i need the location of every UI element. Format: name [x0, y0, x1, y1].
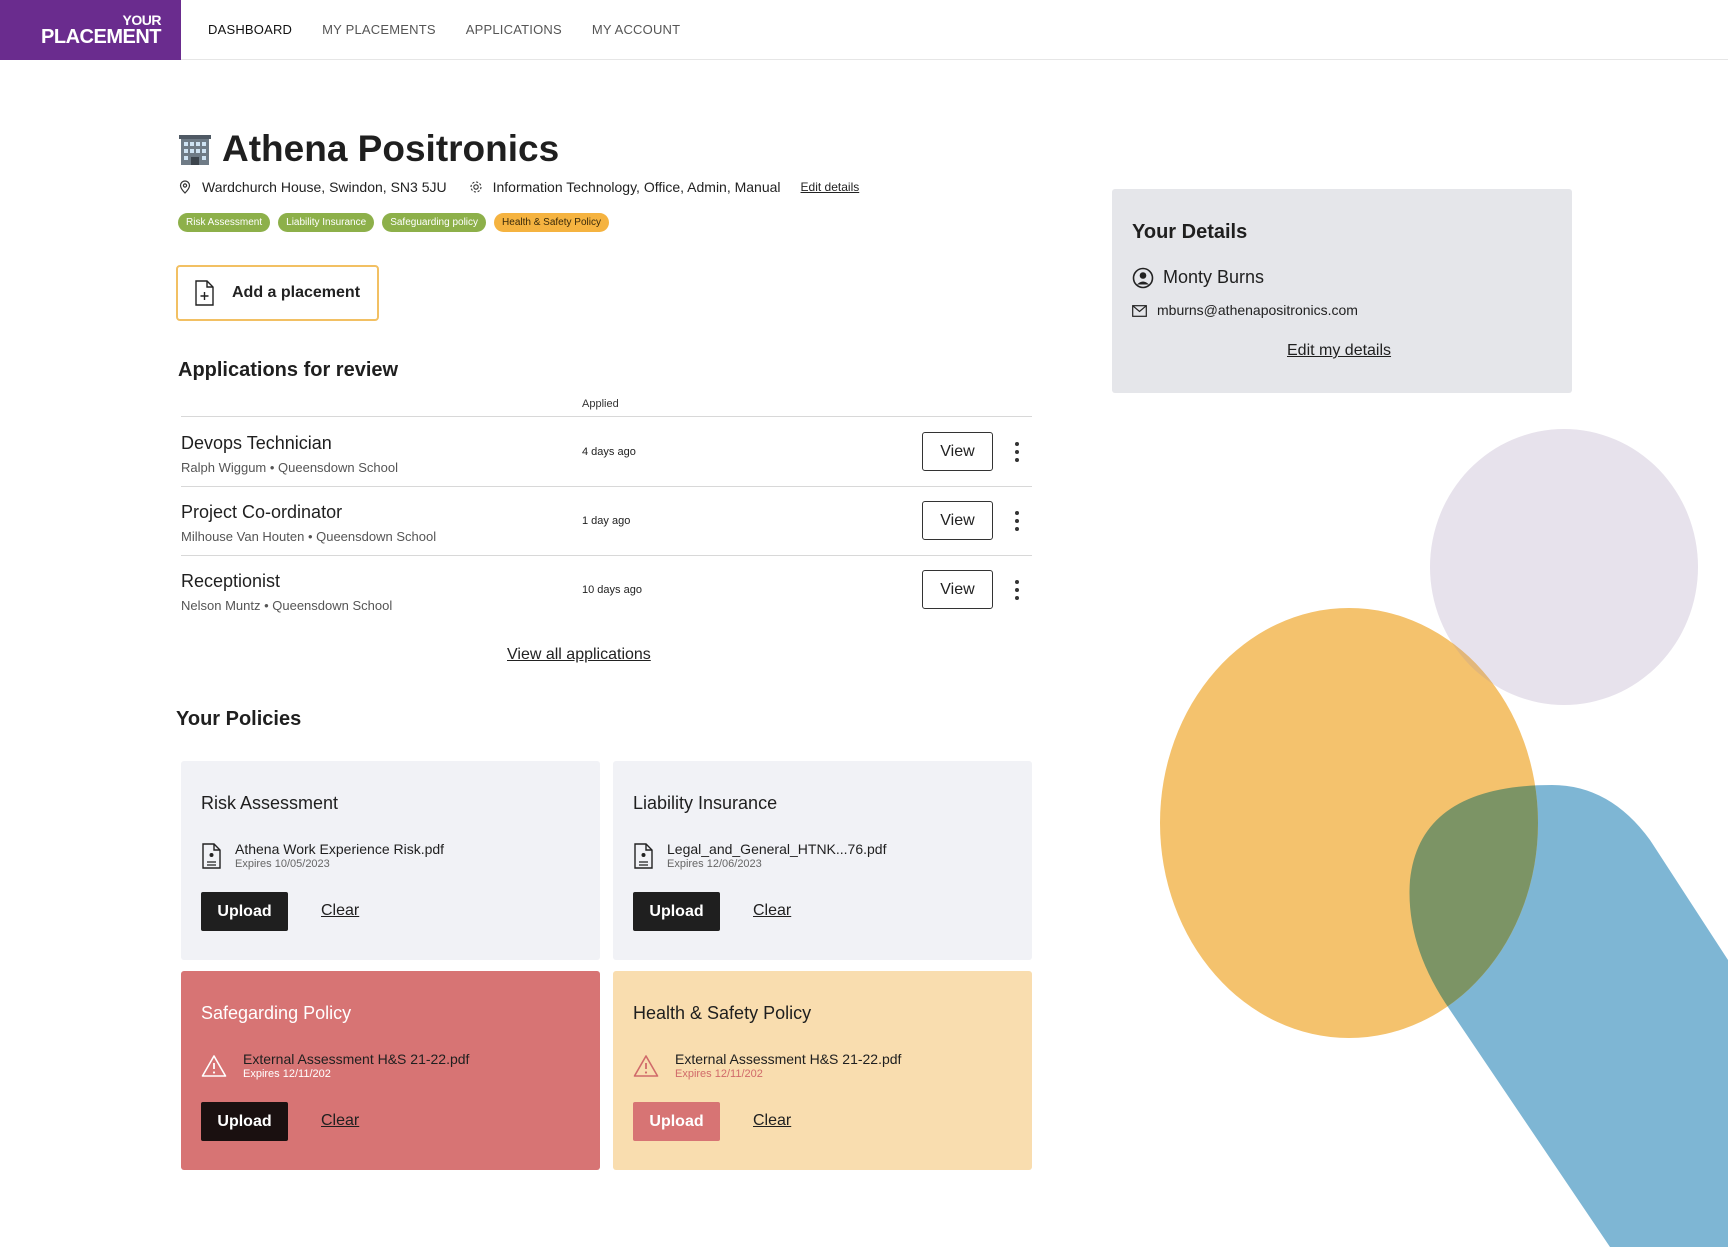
tag-liability-insurance: Liability Insurance: [278, 213, 375, 232]
nav-my-placements[interactable]: MY PLACEMENTS: [322, 22, 436, 37]
policy-card-risk-assessment: Risk Assessment Athena Work Experience R…: [181, 761, 600, 960]
policy-file-name[interactable]: Athena Work Experience Risk.pdf: [235, 841, 444, 857]
policy-expiry: Expires 12/11/202: [243, 1068, 331, 1080]
application-applicant: Ralph Wiggum • Queensdown School: [181, 460, 399, 475]
application-applied: 4 days ago: [582, 446, 636, 458]
more-options-icon[interactable]: [1011, 578, 1023, 602]
more-options-icon[interactable]: [1011, 440, 1023, 464]
add-placement-label: Add a placement: [232, 284, 361, 301]
user-email[interactable]: mburns@athenapositronics.com: [1157, 302, 1358, 318]
view-button[interactable]: View: [922, 432, 993, 471]
edit-details-link[interactable]: Edit details: [801, 180, 860, 194]
upload-button[interactable]: Upload: [201, 1102, 288, 1141]
clear-link[interactable]: Clear: [321, 902, 359, 920]
application-row: Receptionist Nelson Muntz • Queensdown S…: [181, 556, 1032, 625]
edit-my-details-link[interactable]: Edit my details: [1287, 342, 1391, 360]
application-applied: 1 day ago: [582, 515, 631, 527]
policy-card-liability-insurance: Liability Insurance Legal_and_General_HT…: [613, 761, 1032, 960]
applications-heading: Applications for review: [178, 359, 399, 381]
user-icon: [1132, 267, 1154, 289]
company-sectors: Information Technology, Office, Admin, M…: [492, 179, 781, 195]
policy-expiry: Expires 10/05/2023: [235, 858, 330, 870]
your-details-heading: Your Details: [1132, 221, 1248, 243]
table-divider: [181, 416, 1032, 417]
view-button[interactable]: View: [922, 501, 993, 540]
brand-logo[interactable]: YOUR PLACEMENT: [0, 0, 181, 60]
clear-link[interactable]: Clear: [753, 1112, 791, 1130]
policies-heading: Your Policies: [176, 708, 302, 730]
add-placement-button[interactable]: Add a placement: [176, 265, 379, 321]
document-icon: [634, 843, 653, 869]
company-meta: Wardchurch House, Swindon, SN3 5JU Infor…: [178, 179, 859, 195]
tag-health-safety-policy: Health & Safety Policy: [494, 213, 609, 232]
upload-button[interactable]: Upload: [201, 892, 288, 931]
company-header: Athena Positronics: [178, 128, 559, 170]
application-row: Devops Technician Ralph Wiggum • Queensd…: [181, 418, 1032, 487]
applied-column-header: Applied: [582, 398, 619, 410]
application-applicant: Milhouse Van Houten • Queensdown School: [181, 529, 437, 544]
main-nav: DASHBOARD MY PLACEMENTS APPLICATIONS MY …: [208, 22, 680, 37]
nav-applications[interactable]: APPLICATIONS: [466, 22, 562, 37]
policy-title: Safegarding Policy: [201, 1003, 352, 1023]
policy-file-name[interactable]: External Assessment H&S 21-22.pdf: [675, 1051, 901, 1067]
policy-title: Liability Insurance: [633, 793, 778, 813]
user-name: Monty Burns: [1163, 267, 1265, 287]
warning-icon: [201, 1055, 227, 1077]
policy-tags: Risk Assessment Liability Insurance Safe…: [178, 213, 609, 232]
building-icon: [179, 135, 211, 165]
company-address: Wardchurch House, Swindon, SN3 5JU: [202, 179, 447, 195]
logo-line-2: PLACEMENT: [41, 26, 161, 48]
policy-expiry: Expires 12/11/202: [675, 1068, 763, 1080]
clear-link[interactable]: Clear: [321, 1112, 359, 1130]
upload-button[interactable]: Upload: [633, 1102, 720, 1141]
view-button[interactable]: View: [922, 570, 993, 609]
view-all-applications-link[interactable]: View all applications: [507, 646, 651, 664]
deco-lilac-circle: [1430, 429, 1698, 705]
document-icon: [202, 843, 221, 869]
policy-card-safeguarding: Safegarding Policy External Assessment H…: [181, 971, 600, 1170]
add-document-icon: [195, 280, 214, 306]
policy-expiry: Expires 12/06/2023: [667, 858, 762, 870]
policy-title: Risk Assessment: [201, 793, 339, 813]
policy-file-name[interactable]: External Assessment H&S 21-22.pdf: [243, 1051, 469, 1067]
gear-icon: [470, 181, 482, 193]
clear-link[interactable]: Clear: [753, 902, 791, 920]
company-name: Athena Positronics: [222, 128, 560, 169]
warning-icon: [633, 1055, 659, 1077]
more-options-icon[interactable]: [1011, 509, 1023, 533]
application-title: Devops Technician: [181, 433, 332, 453]
application-title: Project Co-ordinator: [181, 502, 343, 522]
your-details-panel: Your Details Monty Burns mburns@athenapo…: [1112, 189, 1572, 393]
top-navigation-bar: YOUR PLACEMENT DASHBOARD MY PLACEMENTS A…: [0, 0, 1728, 60]
upload-button[interactable]: Upload: [633, 892, 720, 931]
location-pin-icon: [179, 180, 191, 194]
nav-dashboard[interactable]: DASHBOARD: [208, 22, 292, 37]
policy-title: Health & Safety Policy: [633, 1003, 812, 1023]
application-applied: 10 days ago: [582, 584, 642, 596]
policy-card-health-safety: Health & Safety Policy External Assessme…: [613, 971, 1032, 1170]
nav-my-account[interactable]: MY ACCOUNT: [592, 22, 680, 37]
deco-orange-circle: [1160, 608, 1538, 1038]
tag-risk-assessment: Risk Assessment: [178, 213, 271, 232]
application-row: Project Co-ordinator Milhouse Van Houten…: [181, 487, 1032, 556]
logo-line-1: YOUR: [122, 12, 162, 28]
application-title: Receptionist: [181, 571, 281, 591]
application-applicant: Nelson Muntz • Queensdown School: [181, 598, 393, 613]
mail-icon: [1132, 305, 1147, 317]
tag-safeguarding-policy: Safeguarding policy: [382, 213, 487, 232]
deco-blue-band: [1409, 785, 1728, 1247]
policy-file-name[interactable]: Legal_and_General_HTNK...76.pdf: [667, 841, 886, 857]
